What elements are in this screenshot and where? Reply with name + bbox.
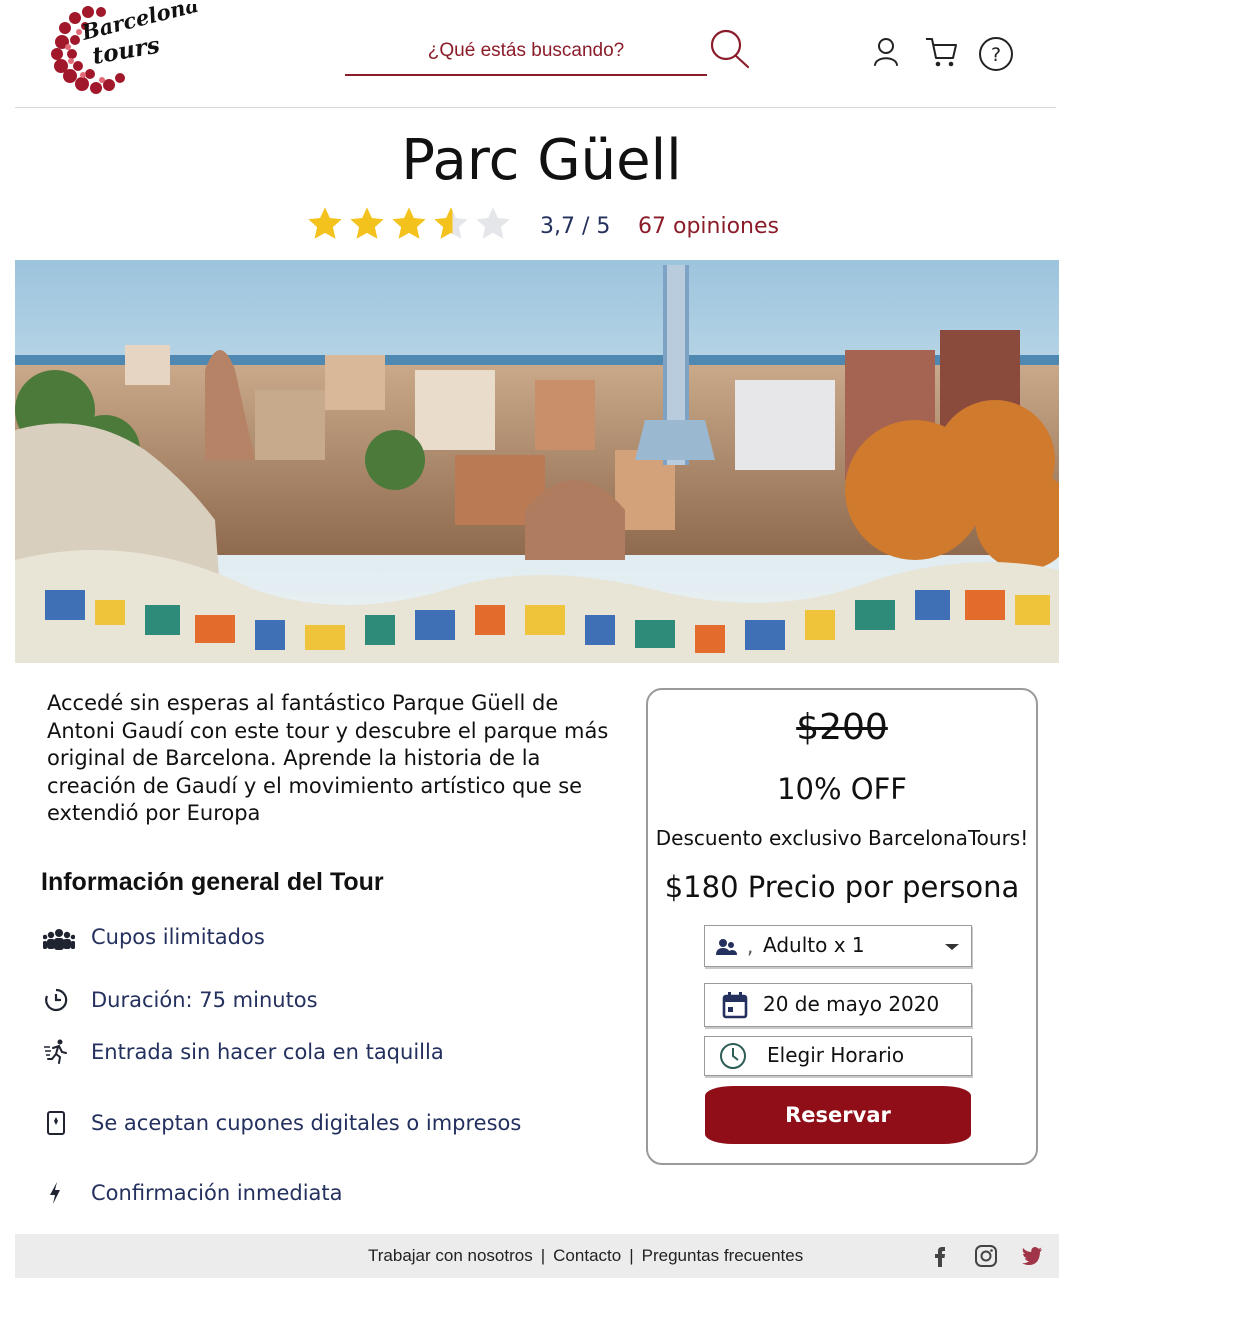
info-section-title: Información general del Tour — [41, 868, 384, 896]
feature-duration: Duración: 75 minutos — [91, 988, 318, 1012]
reserve-button[interactable]: Reservar — [705, 1086, 971, 1144]
feature-skip-line: Entrada sin hacer cola en taquilla — [91, 1040, 444, 1064]
instagram-icon[interactable] — [974, 1244, 998, 1268]
svg-text:?: ? — [991, 44, 1001, 66]
tour-description: Accedé sin esperas al fantástico Parque … — [47, 691, 609, 825]
original-price: $200 — [796, 707, 888, 748]
hero-image-park-guell — [15, 260, 1059, 663]
travelers-prefix: , — [747, 934, 754, 958]
star-full-icon — [308, 207, 342, 239]
chevron-down-icon — [941, 935, 963, 957]
star-full-icon — [350, 207, 384, 239]
users-icon — [713, 933, 741, 961]
feature-unlimited-spots: Cupos ilimitados — [91, 925, 265, 949]
travelers-value: Adulto x 1 — [763, 933, 865, 957]
time-value: Elegir Horario — [767, 1043, 905, 1067]
footer-separator: | — [540, 1246, 546, 1265]
help-icon[interactable]: ? — [976, 34, 1016, 74]
user-icon[interactable] — [866, 34, 906, 74]
clock-icon — [43, 987, 69, 1013]
footer-link-contact[interactable]: Contacto — [553, 1246, 621, 1265]
search-bar — [345, 28, 707, 76]
runner-icon — [43, 1038, 69, 1064]
clock-outline-icon — [719, 1042, 747, 1070]
feature-instant-confirmation: Confirmación inmediata — [91, 1181, 343, 1205]
feature-vouchers: Se aceptan cupones digitales o impresos — [91, 1111, 522, 1135]
footer-link-jobs[interactable]: Trabajar con nosotros — [368, 1246, 533, 1265]
search-input[interactable] — [345, 28, 707, 74]
date-field[interactable]: 20 de mayo 2020 — [704, 983, 972, 1027]
header-divider — [15, 107, 1056, 108]
discount-label: 10% OFF — [777, 772, 907, 806]
star-full-icon — [392, 207, 426, 239]
footer-links: Trabajar con nosotros | Contacto | Preguntas… — [368, 1246, 803, 1266]
rating-score: 3,7 / 5 — [540, 214, 611, 239]
star-empty-icon — [476, 207, 510, 239]
twitter-icon[interactable] — [1020, 1244, 1044, 1268]
group-icon — [42, 926, 76, 952]
price-per-person: $180 Precio por persona — [664, 870, 1020, 904]
facebook-icon[interactable] — [928, 1244, 952, 1268]
barcelona-tours-logo[interactable]: Barcelona tours — [48, 0, 201, 94]
footer-link-faq[interactable]: Preguntas frecuentes — [642, 1246, 804, 1265]
search-icon[interactable] — [708, 28, 752, 72]
star-half-icon — [434, 207, 468, 239]
footer-separator: | — [629, 1246, 634, 1265]
exclusive-discount-text: Descuento exclusivo BarcelonaTours! — [655, 826, 1029, 850]
date-value: 20 de mayo 2020 — [763, 992, 940, 1016]
travelers-select[interactable]: , Adulto x 1 — [704, 925, 972, 967]
lightning-icon — [43, 1180, 69, 1206]
star-rating — [306, 205, 512, 249]
calendar-icon — [721, 991, 749, 1019]
time-field[interactable]: Elegir Horario — [704, 1036, 972, 1076]
cart-icon[interactable] — [922, 34, 962, 74]
page-title: Parc Güell — [401, 128, 682, 193]
ticket-icon — [43, 1110, 69, 1136]
reviews-link[interactable]: 67 opiniones — [638, 214, 779, 239]
